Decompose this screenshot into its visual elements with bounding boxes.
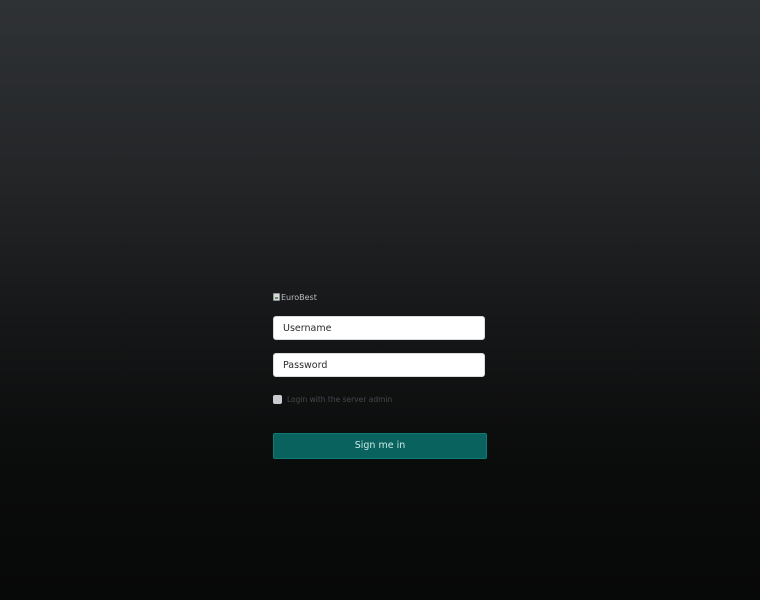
password-input[interactable]	[273, 353, 485, 377]
server-admin-option[interactable]: Login with the server admin	[273, 393, 487, 405]
broken-image-icon	[273, 293, 280, 301]
logo-alt-text: EuroBest	[281, 292, 317, 302]
server-admin-label: Login with the server admin	[287, 394, 393, 404]
logo: EuroBest	[273, 290, 487, 304]
sign-in-button[interactable]: Sign me in	[273, 433, 487, 459]
login-panel: EuroBest Login with the server admin Sig…	[273, 290, 487, 459]
username-input[interactable]	[273, 316, 485, 340]
server-admin-checkbox[interactable]	[273, 394, 282, 404]
